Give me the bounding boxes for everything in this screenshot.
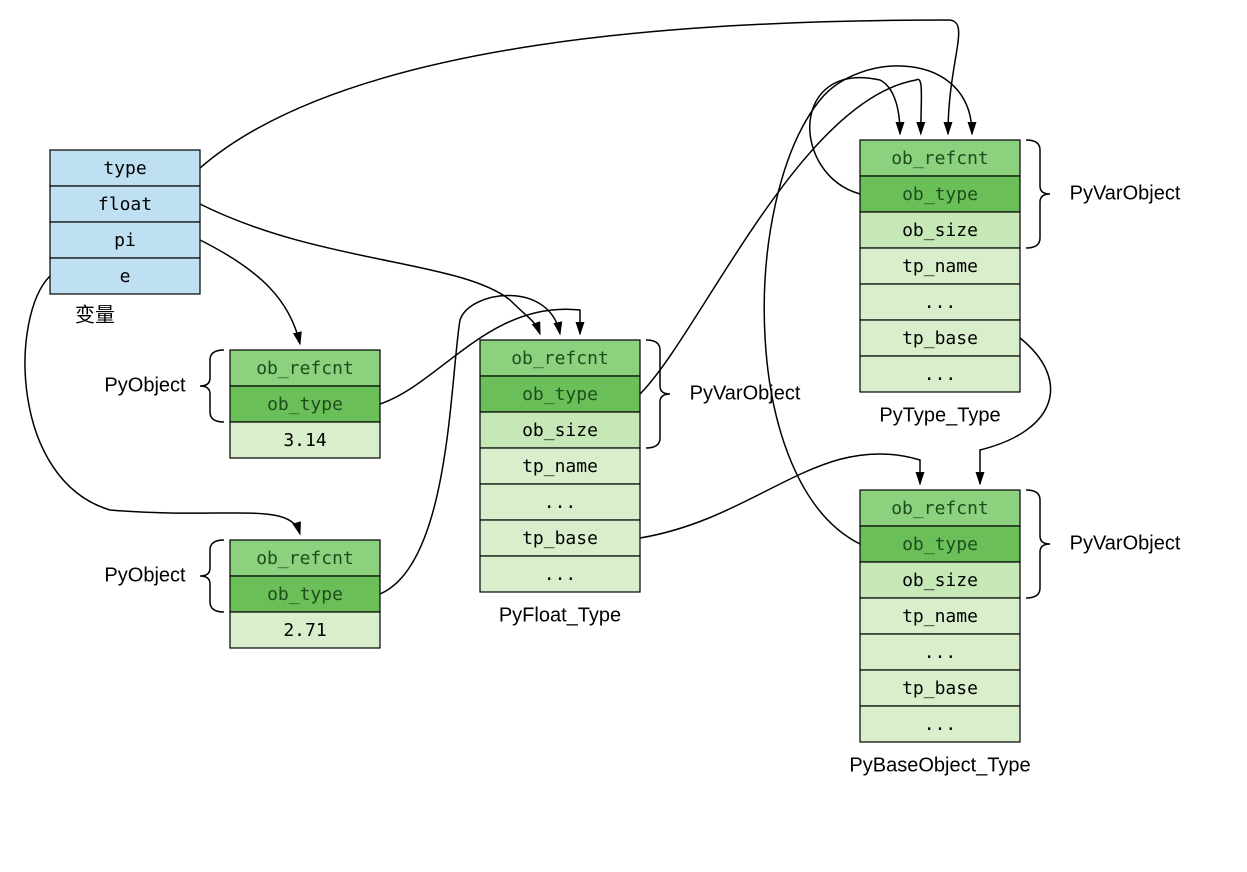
- pyfloat-brace-label: PyVarObject: [690, 382, 801, 404]
- e_obj-label-1: ob_type: [267, 584, 343, 605]
- pybase-label-6: ...: [924, 714, 957, 735]
- pytype-label-0: ob_refcnt: [891, 148, 989, 169]
- e_obj-brace-label: PyObject: [104, 564, 186, 586]
- pyfloat-brace: [646, 340, 670, 448]
- pytype-label-4: ...: [924, 292, 957, 313]
- pybase-label-2: ob_size: [902, 570, 978, 591]
- pybase-label-5: tp_base: [902, 678, 978, 699]
- pytype-label-6: ...: [924, 364, 957, 385]
- variables-label-0: type: [103, 158, 146, 179]
- e_obj-brace: [200, 540, 224, 612]
- pi_obj-label-2: 3.14: [283, 430, 326, 451]
- pybase-label-1: ob_type: [902, 534, 978, 555]
- pyfloat-label-5: tp_base: [522, 528, 598, 549]
- pyfloat-label-6: ...: [544, 564, 577, 585]
- variables-label-2: pi: [114, 230, 136, 251]
- pybase-label-3: tp_name: [902, 606, 978, 627]
- variables-label-3: e: [120, 266, 131, 287]
- arrow-var-pi-to-piobj: [200, 240, 300, 344]
- arrow-var-type-to-pytype: [200, 20, 959, 168]
- pyfloat-label-1: ob_type: [522, 384, 598, 405]
- pytype-brace-label: PyVarObject: [1070, 182, 1181, 204]
- pybase-label-0: ob_refcnt: [891, 498, 989, 519]
- pyfloat-label-3: tp_name: [522, 456, 598, 477]
- pybase-brace-label: PyVarObject: [1070, 532, 1181, 554]
- pyfloat-label-4: ...: [544, 492, 577, 513]
- e_obj-label-0: ob_refcnt: [256, 548, 354, 569]
- arrow-var-float-to-pyfloat: [200, 204, 540, 334]
- pi_obj-brace-label: PyObject: [104, 374, 186, 396]
- pyfloat-label-0: ob_refcnt: [511, 348, 609, 369]
- variables-title: 变量: [75, 303, 115, 326]
- pi_obj-label-1: ob_type: [267, 394, 343, 415]
- pytype-title: PyType_Type: [879, 404, 1000, 426]
- pi_obj-label-0: ob_refcnt: [256, 358, 354, 379]
- pi_obj-brace: [200, 350, 224, 422]
- diagram-canvas: type float pi e变量 ob_refcnt ob_type 3.14 PyObje…: [0, 0, 1247, 872]
- pytype-label-5: tp_base: [902, 328, 978, 349]
- pytype-label-3: tp_name: [902, 256, 978, 277]
- variables-label-1: float: [98, 194, 152, 215]
- pyfloat-title: PyFloat_Type: [499, 604, 621, 626]
- e_obj-label-2: 2.71: [283, 620, 326, 641]
- pybase-title: PyBaseObject_Type: [849, 754, 1030, 776]
- pytype-brace: [1026, 140, 1050, 248]
- pytype-label-1: ob_type: [902, 184, 978, 205]
- pyfloat-label-2: ob_size: [522, 420, 598, 441]
- pybase-brace: [1026, 490, 1050, 598]
- pybase-label-4: ...: [924, 642, 957, 663]
- pytype-label-2: ob_size: [902, 220, 978, 241]
